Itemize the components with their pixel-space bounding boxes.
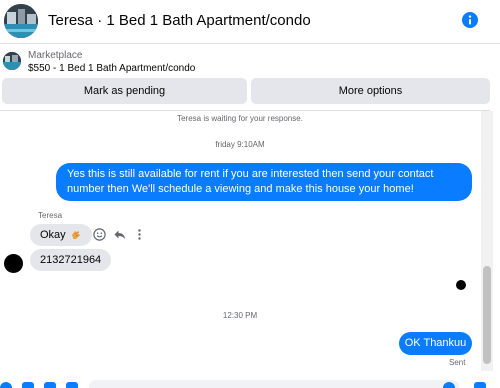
message-timestamp-2: 12:30 PM <box>222 311 258 320</box>
chat-scrollbar-thumb[interactable] <box>483 266 491 364</box>
header-divider <box>0 110 490 111</box>
outgoing-message-2[interactable]: OK Thankuu <box>399 332 472 355</box>
message-timestamp: friday 9:10AM <box>215 140 265 149</box>
clapping-hands-icon <box>71 231 80 239</box>
incoming-message-phone[interactable]: 2132721964 <box>30 249 112 271</box>
incoming-message-text: Okay <box>40 229 66 241</box>
sender-name: Teresa <box>38 211 63 220</box>
message-input[interactable] <box>89 380 459 388</box>
outgoing-message[interactable]: Yes this is still available for rent if … <box>56 163 472 201</box>
read-receipt-avatar <box>456 280 466 290</box>
message-status: Sent <box>449 358 466 367</box>
gif-icon[interactable] <box>66 382 78 388</box>
conversation-title: Teresa · 1 Bed 1 Bath Apartment/condo <box>48 12 311 29</box>
incoming-message[interactable]: Okay <box>30 224 92 246</box>
plus-icon[interactable] <box>0 382 12 388</box>
reply-icon[interactable] <box>113 228 126 241</box>
mark-as-pending-button[interactable]: Mark as pending <box>2 78 247 104</box>
info-icon[interactable] <box>462 12 478 28</box>
smile-icon[interactable] <box>93 228 106 241</box>
more-vertical-icon[interactable] <box>133 228 146 241</box>
like-icon[interactable] <box>474 382 486 388</box>
photo-icon[interactable] <box>22 382 34 388</box>
listing-thumbnail[interactable] <box>3 52 21 70</box>
listing-title[interactable]: $550 - 1 Bed 1 Bath Apartment/condo <box>28 63 195 75</box>
listing-source-label: Marketplace <box>28 50 83 61</box>
conversation-header: Teresa · 1 Bed 1 Bath Apartment/condo <box>0 0 500 44</box>
contact-avatar[interactable] <box>4 4 38 38</box>
emoji-icon[interactable] <box>443 382 455 388</box>
more-options-button[interactable]: More options <box>251 78 490 104</box>
waiting-response-note: Teresa is waiting for your response. <box>177 114 303 123</box>
sticker-icon[interactable] <box>44 382 56 388</box>
contact-avatar-small[interactable] <box>4 254 23 273</box>
